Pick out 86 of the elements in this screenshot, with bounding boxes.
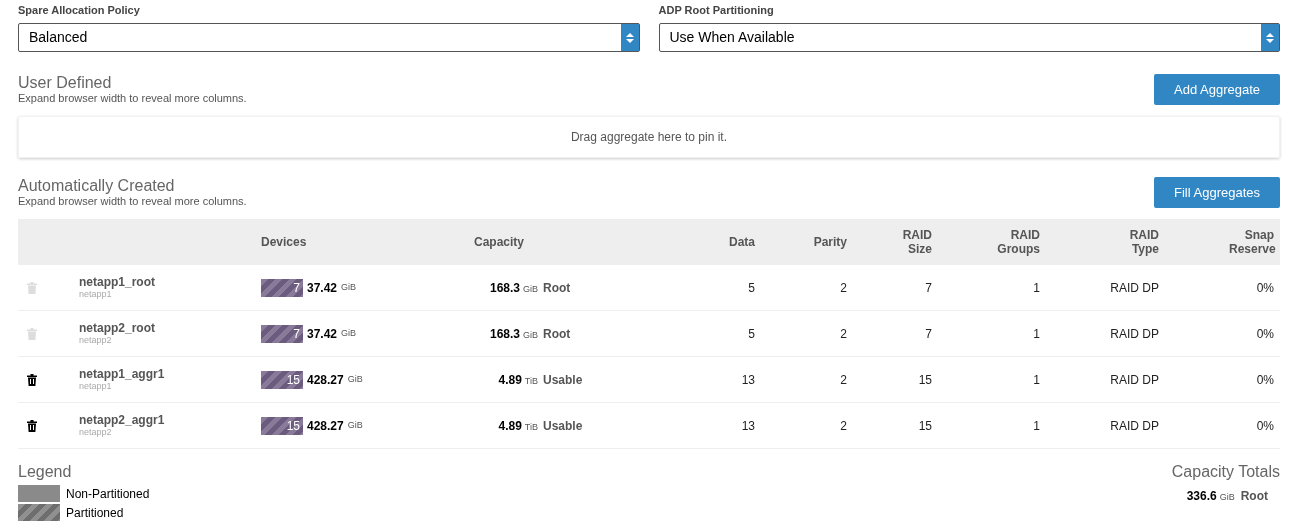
table-cell-text: 1 — [1033, 325, 1040, 343]
section-title: User Defined — [18, 74, 113, 92]
table-cell-text: 7 — [925, 279, 932, 297]
node-name: netapp2 — [79, 427, 113, 438]
device-bar: 15 — [261, 416, 303, 435]
section-title: Automatically Created — [18, 177, 176, 195]
unit-label: TiB — [524, 420, 538, 434]
table-cell-text: 2 — [840, 371, 847, 389]
capacity-value: 168.3 — [489, 279, 520, 297]
device-bar: 15 — [261, 370, 303, 389]
table-cell-text: RAID DP — [1110, 371, 1159, 389]
device-bar: 7 — [261, 278, 303, 297]
table-cell-text: RAID DP — [1110, 279, 1159, 297]
column-header: RAID Groups — [996, 228, 1040, 256]
table-cell-text: 1 — [1033, 279, 1040, 297]
table-cell-text: 2 — [840, 279, 847, 297]
add-aggregate-button[interactable]: Add Aggregate — [1154, 74, 1280, 105]
unit-label: GiB — [347, 372, 363, 386]
table-cell-text: 1 — [1033, 371, 1040, 389]
node-name: netapp2 — [79, 335, 113, 346]
column-header: Snap Reserve — [1229, 228, 1274, 256]
unit-label: GiB — [1219, 491, 1235, 504]
fill-aggregates-button[interactable]: Fill Aggregates — [1154, 177, 1280, 208]
table-cell-text: 15 — [918, 417, 932, 435]
node-name: netapp1 — [79, 381, 113, 392]
section-hint: Expand browser width to reveal more columns. — [18, 195, 247, 208]
node-name: netapp1 — [79, 289, 113, 300]
unit-label: GiB — [341, 280, 357, 294]
section-hint: Expand browser width to reveal more columns. — [18, 92, 247, 105]
table-cell-text: 0% — [1256, 325, 1274, 343]
table-cell-text: 0% — [1256, 279, 1274, 297]
table-cell-text: 0% — [1256, 417, 1274, 435]
column-header: RAID Size — [901, 228, 932, 256]
device-bar: 7 — [261, 324, 303, 343]
table-cell-text: 13 — [741, 371, 755, 389]
unit-label: GiB — [341, 326, 357, 340]
total-value: 336.6 — [1186, 488, 1217, 505]
column-header: Parity — [813, 234, 847, 251]
unit-label: GiB — [347, 418, 363, 432]
column-header: Data — [729, 234, 755, 251]
capacity-kind: Root — [543, 279, 571, 297]
unit-label: GiB — [523, 282, 538, 296]
capacity-kind: Usable — [543, 417, 583, 435]
column-header: Devices — [261, 234, 307, 251]
column-header: Capacity — [474, 234, 525, 251]
device-size: 428.27 — [307, 371, 344, 389]
unit-label: TiB — [524, 374, 538, 388]
table-cell-text: 0% — [1256, 371, 1274, 389]
table-cell-text: 5 — [748, 279, 755, 297]
device-size: 37.42 — [307, 325, 338, 343]
trash-icon[interactable] — [27, 419, 37, 432]
device-size: 37.42 — [307, 279, 338, 297]
capacity-kind: Usable — [543, 371, 583, 389]
field-label: Spare Allocation Policy — [18, 3, 141, 18]
table-cell-text: 2 — [840, 325, 847, 343]
table-cell-text: 15 — [918, 371, 932, 389]
legend-label: Partitioned — [66, 504, 124, 522]
aggregate-name: netapp2_aggr1 — [79, 413, 166, 427]
trash-icon[interactable] — [27, 373, 37, 386]
capacity-value: 4.89 — [498, 371, 522, 389]
device-size: 428.27 — [307, 417, 344, 435]
table-cell-text: 1 — [1033, 417, 1040, 435]
column-header: RAID Type — [1128, 228, 1159, 256]
table-cell-text: 13 — [741, 417, 755, 435]
unit-label: GiB — [523, 328, 538, 342]
total-kind: Root — [1240, 488, 1268, 505]
drop-zone-text: Drag aggregate here to pin it. — [570, 129, 728, 146]
aggregate-name: netapp2_root — [79, 321, 156, 335]
aggregate-name: netapp1_root — [79, 275, 156, 289]
table-cell-text: RAID DP — [1110, 325, 1159, 343]
totals-title: Capacity Totals — [1171, 463, 1280, 481]
dropdown-select[interactable]: Balanced — [18, 23, 640, 52]
table-cell-text: 5 — [748, 325, 755, 343]
table-cell-text: 7 — [925, 325, 932, 343]
legend-title: Legend — [18, 463, 73, 481]
field-label: ADP Root Partitioning — [658, 3, 775, 18]
table-cell-text: 2 — [840, 417, 847, 435]
capacity-kind: Root — [543, 325, 571, 343]
aggregate-name: netapp1_aggr1 — [79, 367, 166, 381]
table-cell-text: RAID DP — [1110, 417, 1159, 435]
sort-arrows-icon — [620, 24, 639, 51]
sort-arrows-icon — [1261, 24, 1279, 51]
capacity-value: 168.3 — [489, 325, 520, 343]
dropdown-select[interactable]: Use When Available — [658, 23, 1280, 52]
capacity-value: 4.89 — [498, 417, 522, 435]
legend-label: Non-Partitioned — [66, 485, 150, 503]
